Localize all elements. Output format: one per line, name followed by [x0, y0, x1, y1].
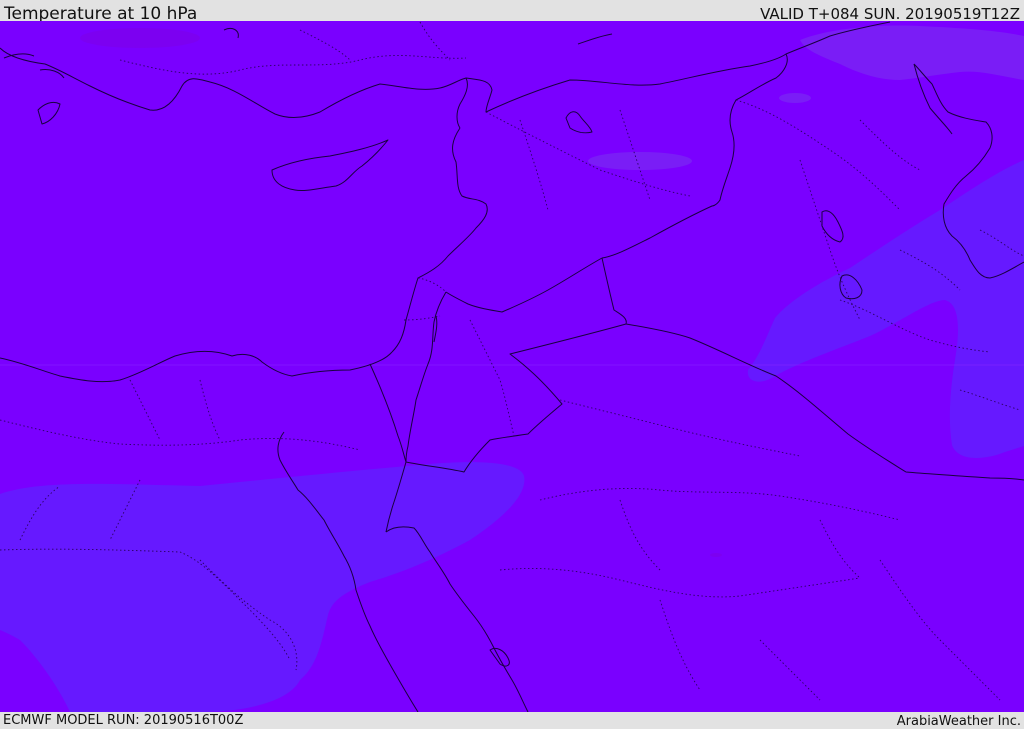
warm-spot-turkey	[80, 28, 200, 48]
credit-label: ArabiaWeather Inc.	[896, 714, 1021, 729]
cool-patch-syria	[588, 152, 692, 170]
cool-patch-tigris	[779, 93, 811, 103]
header-bar: Temperature at 10 hPa VALID T+084 SUN. 2…	[0, 0, 1024, 24]
warm-spot-saudi	[710, 553, 722, 557]
temperature-map-svg	[0, 21, 1024, 712]
model-run-label: ECMWF MODEL RUN: 20190516T00Z	[3, 713, 244, 728]
map-canvas[interactable]	[0, 21, 1024, 712]
weather-map-frame: Temperature at 10 hPa VALID T+084 SUN. 2…	[0, 0, 1024, 729]
footer-bar: ECMWF MODEL RUN: 20190516T00Z ArabiaWeat…	[0, 712, 1024, 729]
